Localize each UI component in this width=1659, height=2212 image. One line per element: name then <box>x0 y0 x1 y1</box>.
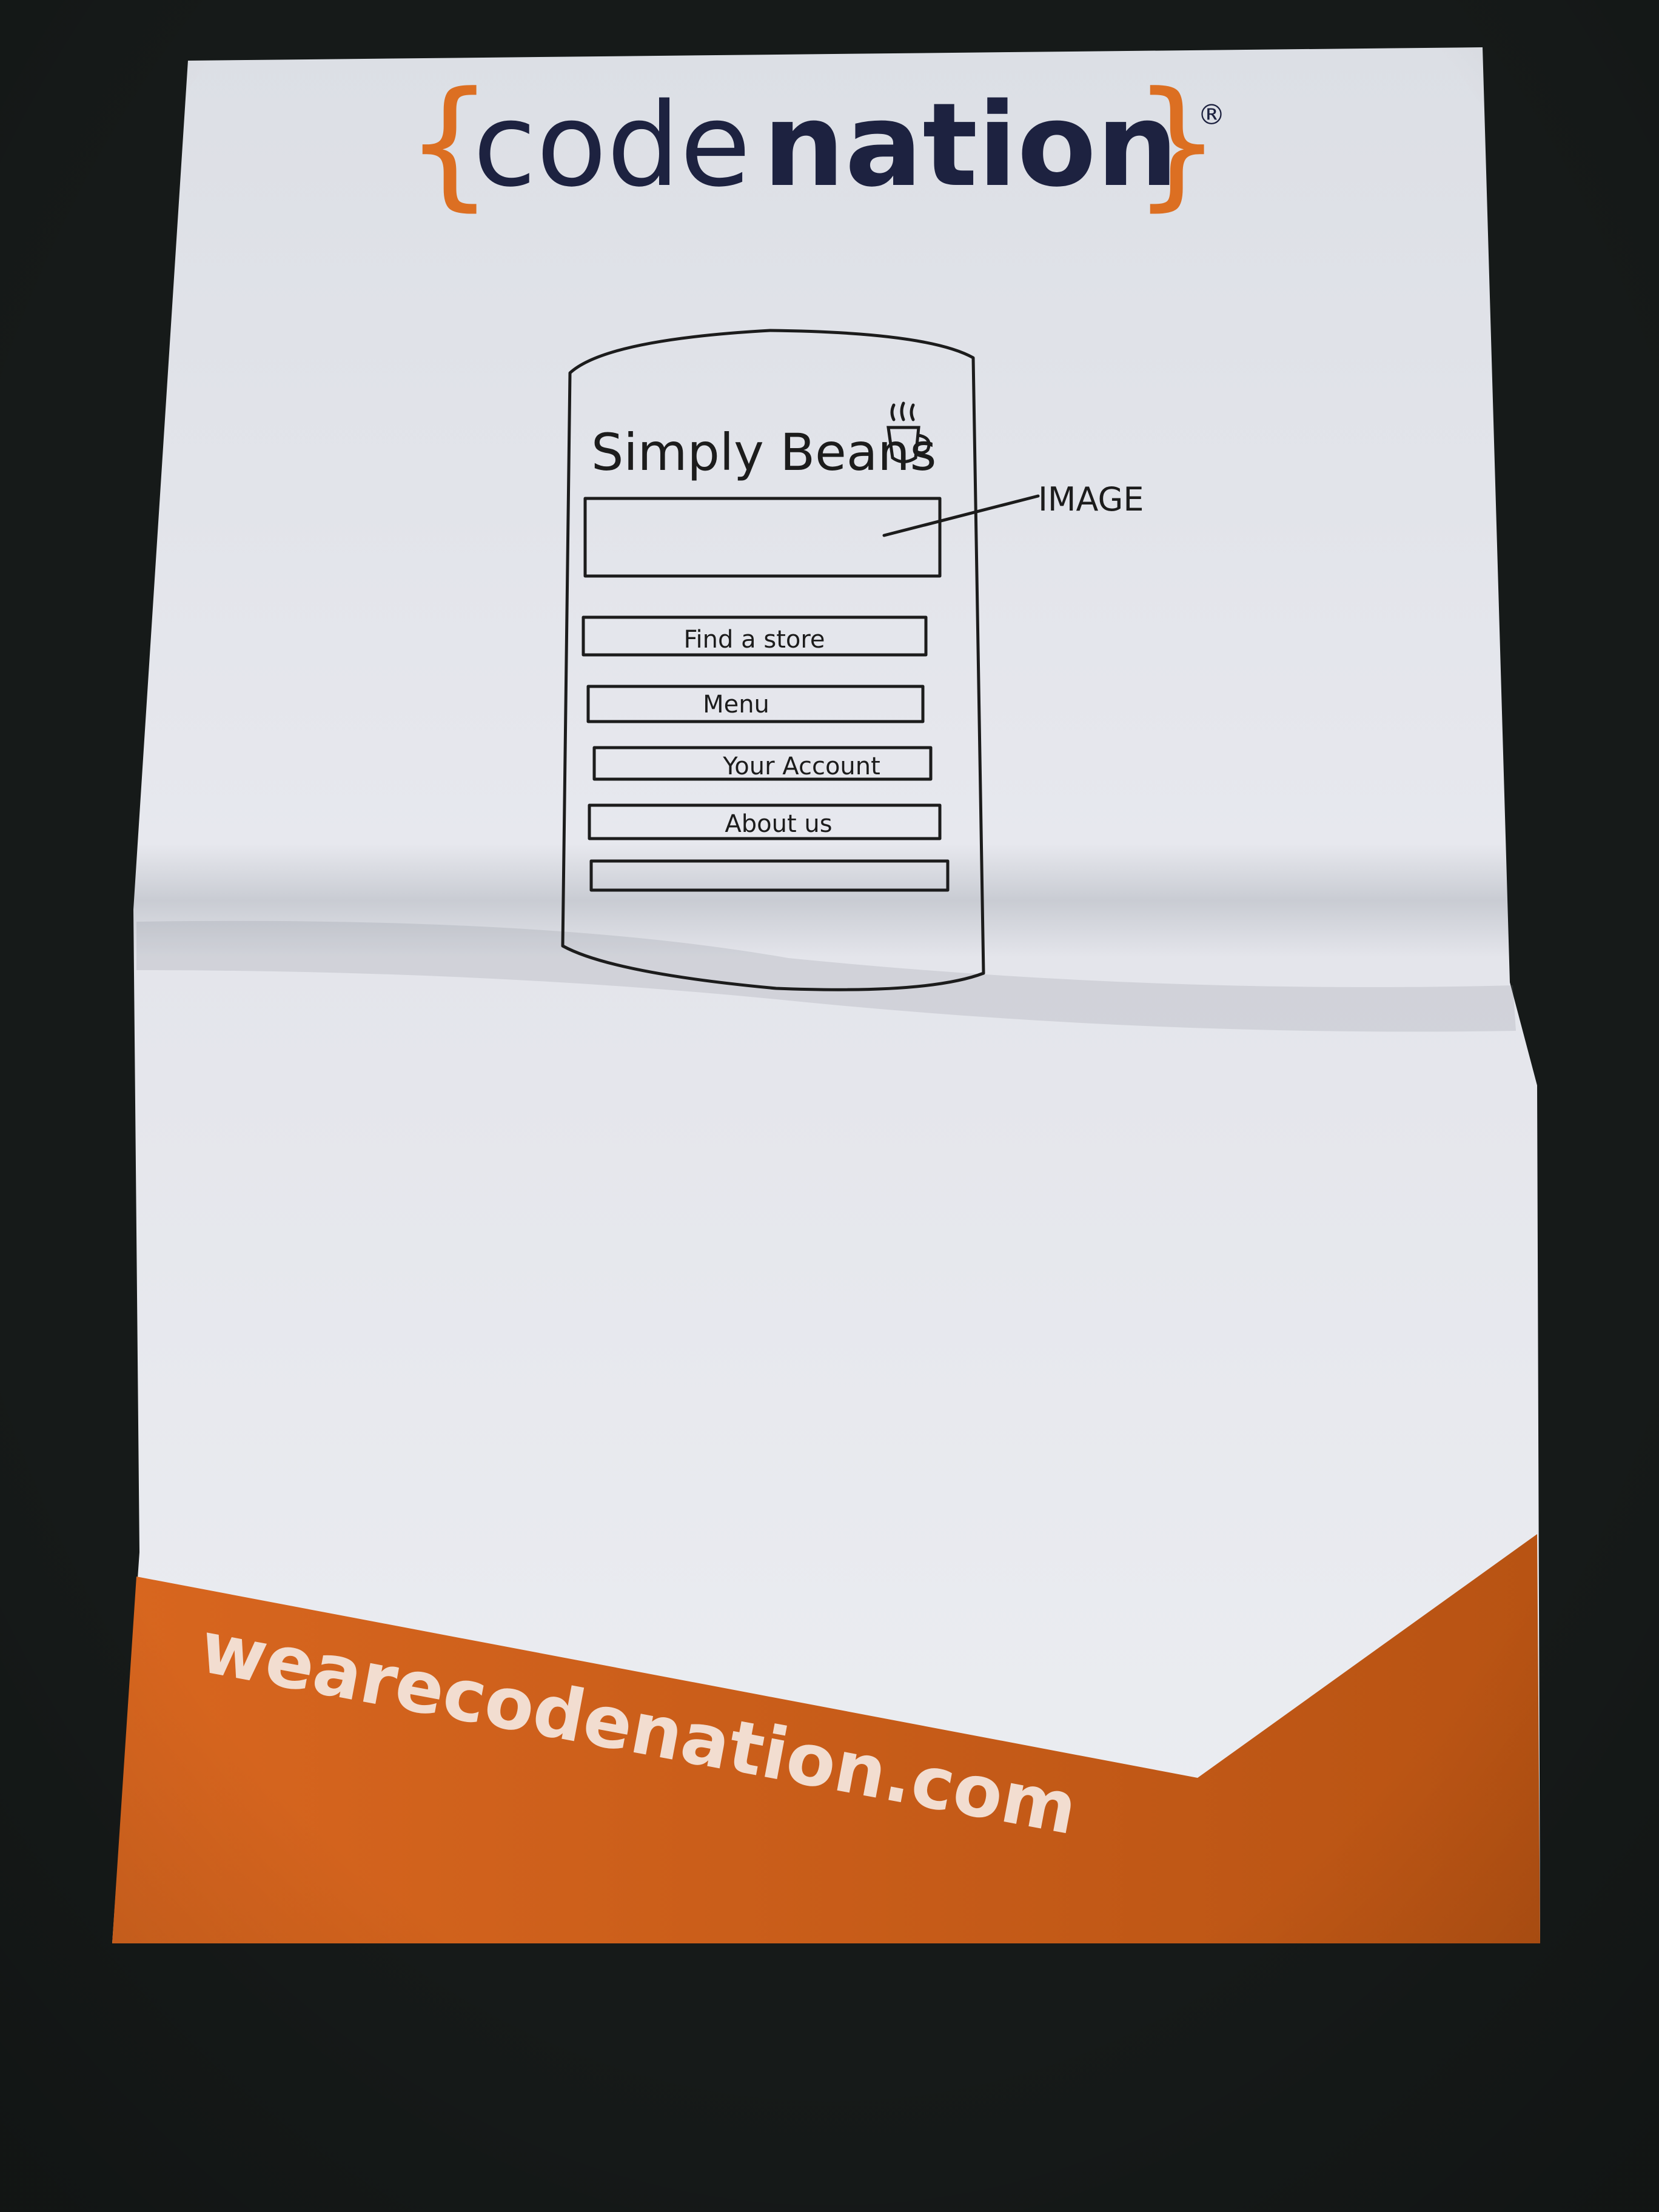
sketch-button-your-account: Your Account <box>722 752 880 780</box>
logo-registered-mark: ® <box>1198 98 1225 131</box>
logo-wordmark-bold: nation <box>763 78 1178 212</box>
image-label: IMAGE <box>1038 480 1144 518</box>
app-title: Simply Beans <box>591 423 936 482</box>
logo-brace-close: } <box>1133 62 1221 224</box>
sketch-button-about-us: About us <box>725 810 832 838</box>
photo-scene: { code nation } ® Simply Beans IMAGE Fin… <box>0 0 1659 2212</box>
sketch-button-menu: Menu <box>703 691 769 719</box>
logo-wordmark-light: code <box>473 78 751 212</box>
codenation-logo: { code nation } ® <box>405 62 1225 224</box>
sketch-button-find-a-store: Find a store <box>683 626 825 654</box>
